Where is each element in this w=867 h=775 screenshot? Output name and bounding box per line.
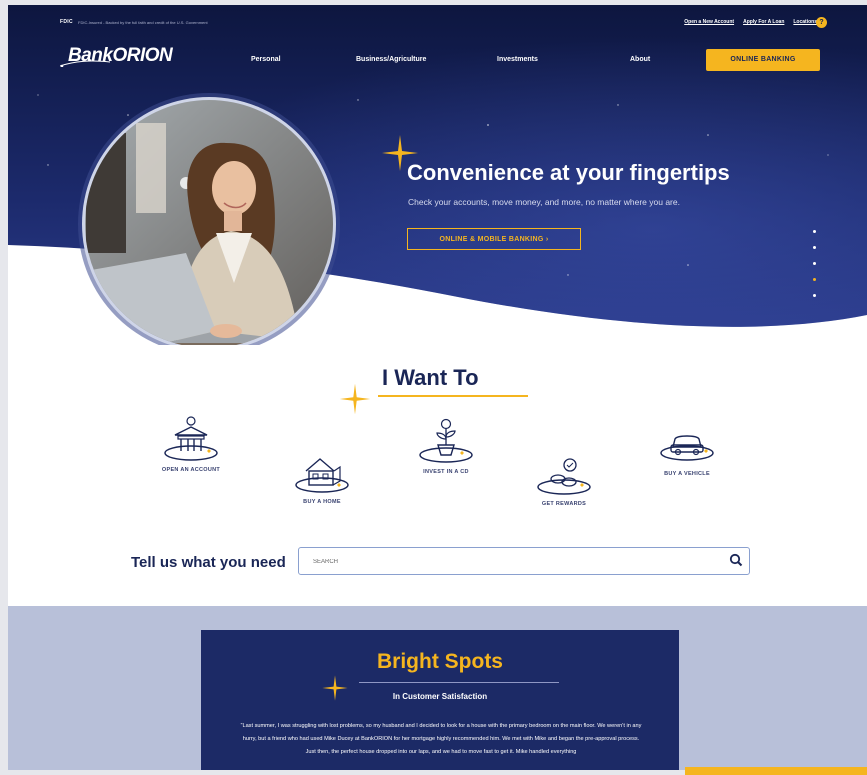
bankorion-logo[interactable]: BankORION — [60, 45, 173, 67]
action-label: GET REWARDS — [541, 501, 587, 507]
apply-loan-link[interactable]: Apply For A Loan — [743, 19, 784, 25]
locations-link[interactable]: Locations — [793, 19, 817, 25]
search-icon[interactable] — [729, 553, 743, 567]
carousel-dot[interactable] — [813, 262, 816, 265]
utility-bar: FDIC FDIC-Insured - Backed by the full f… — [8, 17, 867, 33]
action-label: INVEST IN A CD — [423, 469, 469, 475]
help-icon[interactable]: ? — [816, 17, 827, 28]
search-input[interactable] — [311, 548, 715, 575]
online-mobile-banking-button[interactable]: ONLINE & MOBILE BANKING › — [407, 228, 581, 250]
bright-spots-card: Bright Spots In Customer Satisfaction “L… — [201, 630, 679, 770]
accent-bar — [685, 767, 867, 775]
money-plant-icon — [419, 418, 473, 463]
carousel-dot[interactable] — [813, 230, 816, 233]
search-box — [298, 547, 750, 575]
house-icon — [295, 458, 349, 493]
rewards-coins-icon — [537, 458, 591, 495]
testimonial-quote: “Last summer, I was struggling with lost… — [240, 723, 642, 755]
gold-sparkle-icon — [339, 383, 371, 415]
utility-links: Open a New Account Apply For A Loan Loca… — [684, 19, 817, 25]
nav-personal[interactable]: Personal — [251, 56, 281, 63]
hero-photo-woman-laptop — [78, 93, 340, 345]
action-label: BUY A HOME — [303, 499, 341, 505]
nav-about[interactable]: About — [630, 56, 650, 63]
action-get-rewards[interactable]: GET REWARDS — [512, 453, 616, 507]
carousel-dot[interactable] — [813, 294, 816, 297]
heading-underline — [378, 395, 528, 397]
action-buy-vehicle[interactable]: BUY A VEHICLE — [635, 423, 739, 477]
hero-subtitle: Check your accounts, move money, and mor… — [408, 197, 680, 207]
open-account-link[interactable]: Open a New Account — [684, 19, 734, 25]
action-open-account[interactable]: OPEN AN ACCOUNT — [139, 415, 243, 473]
action-invest-cd[interactable]: INVEST IN A CD — [394, 417, 498, 475]
hero-title: Convenience at your fingertips — [407, 160, 730, 185]
logo-swoosh-icon — [60, 60, 110, 67]
bright-spots-subtitle: In Customer Satisfaction — [392, 692, 488, 701]
carousel-dot-active[interactable] — [813, 278, 816, 281]
page: FDIC FDIC-Insured - Backed by the full f… — [8, 5, 867, 770]
bank-building-icon — [164, 416, 218, 461]
carousel-dots — [811, 230, 819, 310]
action-buy-home[interactable]: BUY A HOME — [270, 447, 374, 505]
car-icon — [660, 435, 714, 461]
nav-investments[interactable]: Investments — [497, 56, 538, 63]
action-label: OPEN AN ACCOUNT — [161, 467, 221, 473]
action-label: BUY A VEHICLE — [664, 471, 710, 477]
fdic-logo: FDIC — [60, 19, 73, 25]
nav-business-agriculture[interactable]: Business/Agriculture — [356, 56, 426, 63]
hero-banner: FDIC FDIC-Insured - Backed by the full f… — [8, 5, 867, 345]
i-want-to-heading: I Want To — [382, 365, 479, 390]
carousel-dot[interactable] — [813, 246, 816, 249]
search-label: Tell us what you need — [131, 554, 286, 571]
bright-spots-title: Bright Spots — [377, 650, 503, 673]
fdic-note: FDIC-Insured - Backed by the full faith … — [78, 20, 208, 25]
title-underline — [359, 682, 559, 683]
online-banking-button[interactable]: ONLINE BANKING — [706, 49, 820, 71]
